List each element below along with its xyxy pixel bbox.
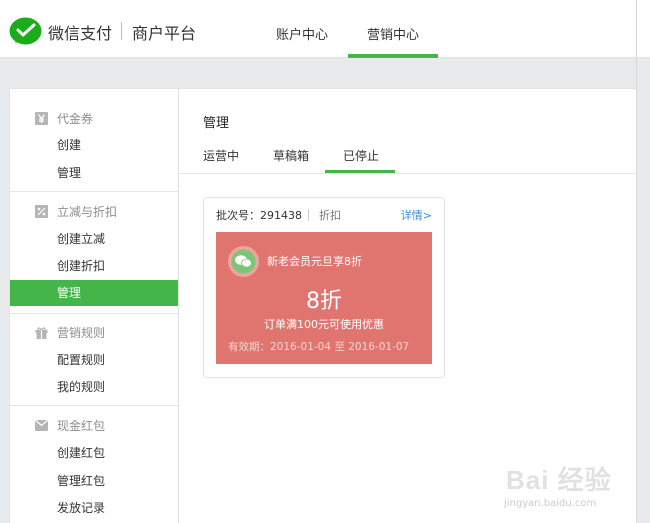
tab-bar-divider: [179, 173, 636, 174]
gift-icon: [35, 327, 48, 339]
nav-active-indicator: [348, 54, 438, 58]
watermark-text: Bai 经验: [506, 465, 612, 495]
nav-account-center[interactable]: 账户中心: [276, 24, 328, 43]
tab-stopped[interactable]: 已停止: [343, 147, 379, 164]
tab-in-operation[interactable]: 运营中: [203, 147, 239, 164]
sidebar-divider: [10, 405, 178, 406]
details-link[interactable]: 详情>: [401, 207, 432, 223]
sidebar-item-my-rules[interactable]: 我的规则: [10, 374, 178, 400]
batch-divider: [308, 209, 309, 221]
sidebar-group-title: 营销规则: [57, 326, 106, 340]
sidebar-item-discount-manage[interactable]: 管理: [10, 280, 178, 306]
sidebar-item-configure-rules[interactable]: 配置规则: [10, 347, 178, 373]
page-right-border: [636, 0, 637, 523]
coupon-condition: 订单满100元可使用优惠: [264, 318, 384, 331]
baidu-jingyan-watermark: Bai 经验 jingyan.baidu.com: [498, 452, 620, 518]
sidebar-group-title: 现金红包: [57, 419, 106, 433]
brand-subtitle: 商户平台: [132, 24, 197, 43]
sidebar-item-create-reduction[interactable]: 创建立减: [10, 226, 178, 252]
batch-number: 批次号：291438: [216, 209, 302, 222]
sidebar-item-issue-records[interactable]: 发放记录: [10, 495, 178, 521]
sidebar-group-coupons: 代金券: [10, 109, 178, 129]
watermark-url: jingyan.baidu.com: [504, 498, 597, 509]
sidebar-item-create-red-envelope[interactable]: 创建红包: [10, 440, 178, 466]
wechat-icon: [228, 246, 259, 277]
brand-name: 微信支付: [48, 24, 113, 43]
brand-divider: [121, 22, 122, 40]
coupon-validity: 有效期：2016-01-04 至 2016-01-07: [228, 341, 410, 353]
sidebar-item-manage-red-envelope[interactable]: 管理红包: [10, 468, 178, 494]
sidebar-group-marketing-rules: 营销规则: [10, 323, 178, 343]
coupon-name: 新老会员元旦享8折: [267, 255, 362, 268]
sidebar-item-create-discount[interactable]: 创建折扣: [10, 253, 178, 279]
tab-drafts[interactable]: 草稿箱: [273, 147, 309, 164]
nav-marketing-center[interactable]: 营销中心: [367, 24, 419, 43]
sidebar-item-coupon-create[interactable]: 创建: [10, 132, 178, 158]
sidebar-divider: [10, 191, 178, 192]
coupon-batch-card: 批次号：291438 折扣 详情> 新老会员元旦享8折 8折 订单满100元可使…: [203, 197, 445, 378]
sidebar-group-title: 代金券: [57, 112, 94, 126]
sidebar-divider: [10, 313, 178, 314]
discount-icon: [35, 205, 48, 218]
sidebar: 代金券 创建 管理 立减与折扣 创建立减 创建折扣 管理 营销规则 配置规则 我…: [9, 88, 179, 523]
coupon-value: 8折: [306, 289, 342, 314]
batch-type: 折扣: [319, 209, 341, 222]
sidebar-group-discounts: 立减与折扣: [10, 202, 178, 222]
sidebar-group-cash-red-envelope: 现金红包: [10, 416, 178, 436]
envelope-icon: [35, 419, 48, 431]
yen-icon: [35, 112, 48, 125]
top-bar: 微信支付 商户平台 账户中心 营销中心: [0, 0, 650, 58]
sidebar-item-coupon-manage[interactable]: 管理: [10, 160, 178, 186]
coupon-preview: 新老会员元旦享8折 8折 订单满100元可使用优惠 有效期：2016-01-04…: [216, 232, 432, 364]
wechat-pay-logo-icon: [9, 17, 42, 45]
sidebar-group-title: 立减与折扣: [57, 205, 118, 219]
page-title: 管理: [203, 116, 230, 131]
